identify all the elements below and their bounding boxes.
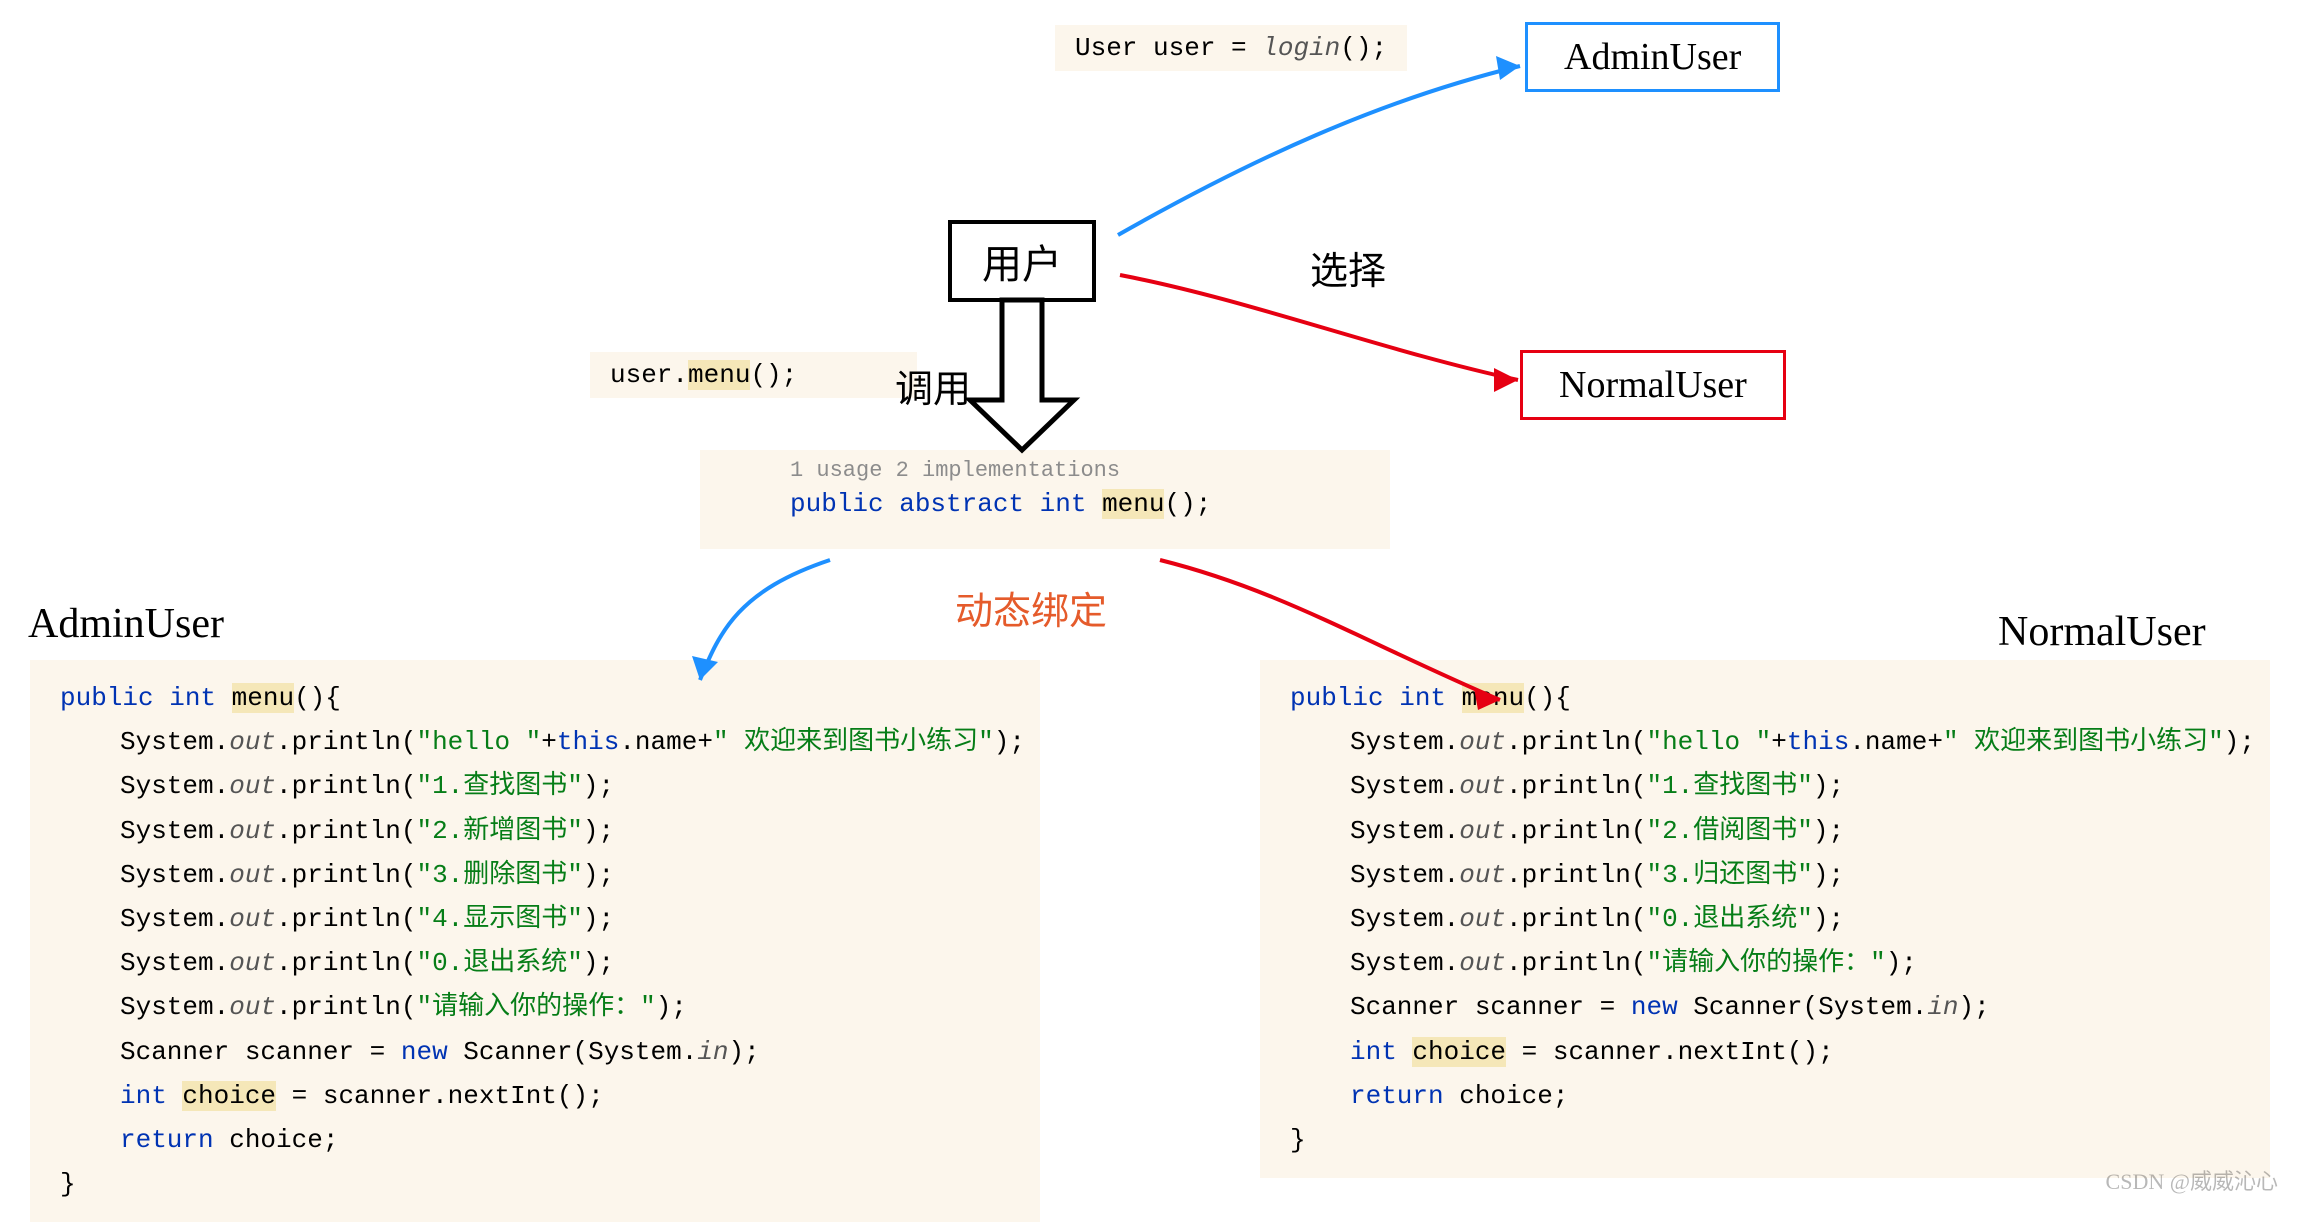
code-line: int choice = scanner.nextInt();: [60, 1074, 1020, 1118]
abstract-a: public abstract int: [790, 489, 1102, 519]
code-line: System.out.println("1.查找图书");: [1290, 764, 2250, 808]
abstract-b: menu: [1102, 489, 1164, 519]
admin-title: AdminUser: [28, 600, 224, 648]
normal-code-block: public int menu(){System.out.println("he…: [1260, 660, 2270, 1178]
code-line: System.out.println("hello "+this.name+" …: [60, 720, 1020, 764]
admin-box-label: AdminUser: [1564, 36, 1741, 78]
code-line: System.out.println("4.显示图书");: [60, 897, 1020, 941]
var: user =: [1153, 33, 1247, 63]
code-line: return choice;: [60, 1118, 1020, 1162]
code-line: System.out.println("请输入你的操作：");: [60, 985, 1020, 1029]
code-line: }: [60, 1162, 1020, 1206]
method: menu: [688, 360, 750, 390]
code-line: System.out.println("0.退出系统");: [60, 941, 1020, 985]
watermark: CSDN @威威沁心: [2106, 1164, 2278, 1196]
admin-code-block: public int menu(){System.out.println("he…: [30, 660, 1040, 1222]
code-line: Scanner scanner = new Scanner(System.in)…: [60, 1030, 1020, 1074]
code-line: System.out.println("请输入你的操作：");: [1290, 941, 2250, 985]
code-line: System.out.println("hello "+this.name+" …: [1290, 720, 2250, 764]
call: login: [1262, 33, 1340, 63]
user-menu-call: user.menu();: [590, 352, 917, 398]
code-line: }: [1290, 1118, 2250, 1162]
code-line: System.out.println("2.借阅图书");: [1290, 809, 2250, 853]
code-line: System.out.println("0.退出系统");: [1290, 897, 2250, 941]
normal-box-label: NormalUser: [1559, 364, 1747, 406]
type: User: [1075, 33, 1137, 63]
normal-title: NormalUser: [1998, 608, 2206, 656]
code-line: public int menu(){: [60, 676, 1020, 720]
admin-box: AdminUser: [1525, 22, 1780, 92]
code-line: System.out.println("2.新增图书");: [60, 809, 1020, 853]
code-line: System.out.println("1.查找图书");: [60, 764, 1020, 808]
code-line: System.out.println("3.删除图书");: [60, 853, 1020, 897]
select-label: 选择: [1310, 240, 1386, 295]
code-line: System.out.println("3.归还图书");: [1290, 853, 2250, 897]
abstract-snippet: 1 usage 2 implementations public abstrac…: [700, 450, 1390, 549]
code-line: return choice;: [1290, 1074, 2250, 1118]
user-box: 用户: [948, 220, 1096, 302]
prefix: user.: [610, 360, 688, 390]
dynamic-binding-label: 动态绑定: [955, 580, 1107, 635]
call-label: 调用: [895, 358, 971, 413]
normal-box: NormalUser: [1520, 350, 1786, 420]
login-snippet: User user = login();: [1055, 25, 1407, 71]
tail: ();: [1340, 33, 1387, 63]
code-line: public int menu(){: [1290, 676, 2250, 720]
code-line: int choice = scanner.nextInt();: [1290, 1030, 2250, 1074]
usages-hint: 1 usage 2 implementations: [790, 458, 1370, 483]
tail: ();: [750, 360, 797, 390]
code-line: Scanner scanner = new Scanner(System.in)…: [1290, 985, 2250, 1029]
abstract-c: ();: [1164, 489, 1211, 519]
user-box-label: 用户: [982, 242, 1062, 287]
